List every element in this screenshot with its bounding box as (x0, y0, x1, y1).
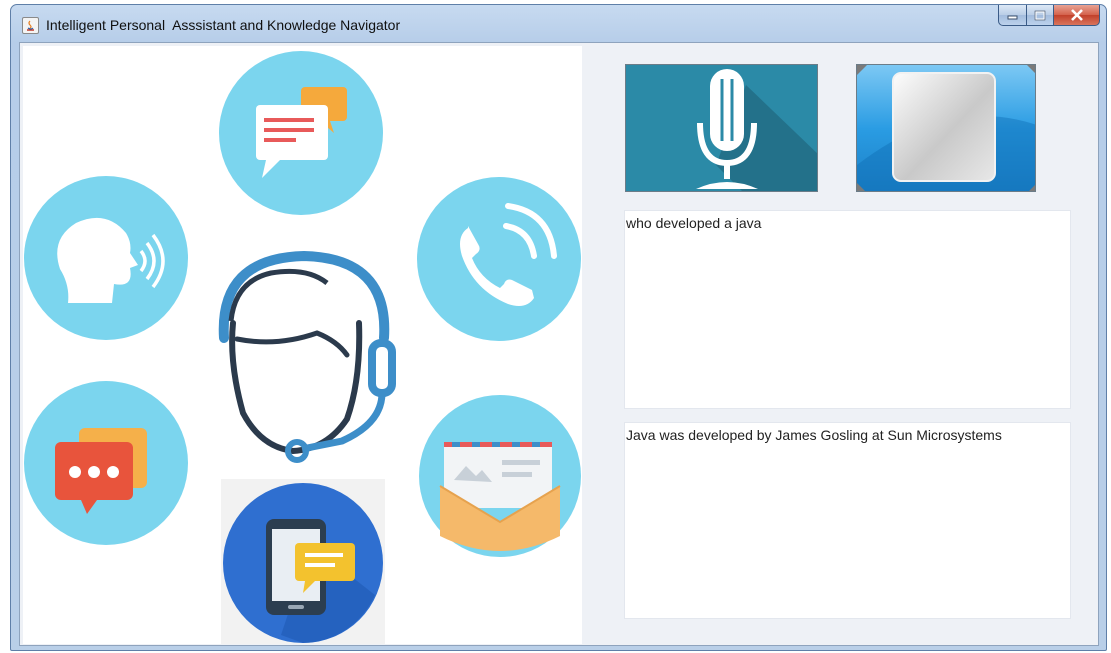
headset-agent-icon (218, 250, 396, 463)
microphone-button[interactable] (625, 64, 818, 192)
window-controls (998, 5, 1100, 26)
chat-bubbles-icon (219, 51, 383, 215)
app-window: Intelligent Personal Asssistant and Know… (10, 4, 1107, 651)
query-text-area[interactable]: who developed a java (624, 210, 1071, 409)
minimize-icon (1007, 15, 1017, 20)
client-area: who developed a java Java was developed … (19, 42, 1099, 646)
close-icon (1070, 9, 1083, 21)
phone-icon (417, 177, 581, 341)
response-text-area[interactable]: Java was developed by James Gosling at S… (624, 422, 1071, 619)
microphone-icon (626, 65, 817, 191)
message-dots-icon (24, 381, 188, 545)
close-button[interactable] (1053, 5, 1100, 26)
java-app-icon[interactable] (22, 17, 39, 34)
title-bar[interactable]: Intelligent Personal Asssistant and Know… (11, 5, 1106, 41)
minimize-button[interactable] (998, 5, 1026, 26)
maximize-icon (1034, 10, 1046, 20)
maximize-button[interactable] (1026, 5, 1053, 26)
stop-square-icon (857, 65, 1035, 191)
mobile-chat-icon (221, 479, 385, 644)
envelope-icon (419, 395, 581, 557)
stop-button[interactable] (856, 64, 1036, 192)
speaking-head-icon (24, 176, 188, 340)
window-title: Intelligent Personal Asssistant and Know… (46, 17, 401, 33)
assistant-illustration (23, 46, 582, 644)
